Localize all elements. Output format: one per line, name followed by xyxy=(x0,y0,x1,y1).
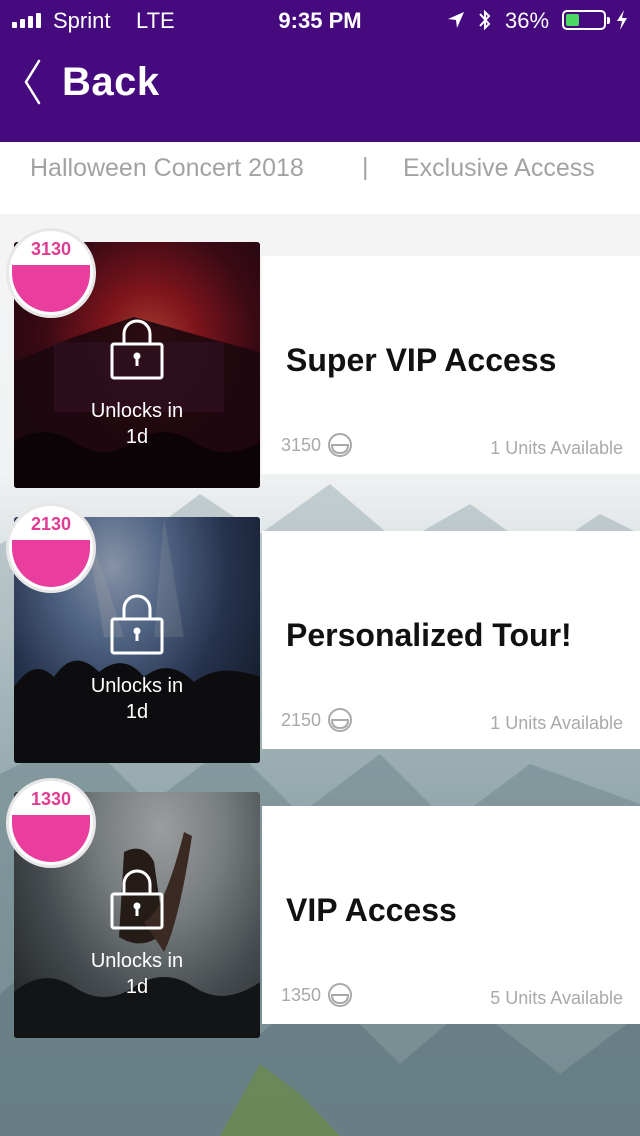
status-bar: Sprint LTE 9:35 PM 36% xyxy=(0,0,640,40)
reward-title: Super VIP Access xyxy=(286,342,557,378)
reward-card[interactable]: Unlocks in 1d 3130 Super VIP Access 3150… xyxy=(0,228,640,492)
units-available: 1 Units Available xyxy=(490,438,623,458)
points-badge: 1330 xyxy=(6,778,96,868)
units-available: 1 Units Available xyxy=(490,713,623,733)
coin-icon xyxy=(328,983,353,1007)
reward-cost: 2150 xyxy=(281,707,353,733)
breadcrumb: Halloween Concert 2018 | Exclusive Acces… xyxy=(0,142,640,214)
breadcrumb-event[interactable]: Halloween Concert 2018 xyxy=(30,154,304,183)
unlock-countdown: Unlocks in 1d xyxy=(90,675,184,723)
breadcrumb-separator: | xyxy=(362,153,369,181)
back-label: Back xyxy=(62,59,160,104)
badge-points: 1330 xyxy=(30,789,72,809)
coin-icon xyxy=(328,708,353,732)
reward-title: VIP Access xyxy=(286,892,457,928)
reward-card[interactable]: Unlocks in 1d 2130 Personalized Tour! 21… xyxy=(0,503,640,767)
badge-points: 2130 xyxy=(30,514,72,534)
coin-icon xyxy=(328,433,353,457)
breadcrumb-section: Exclusive Access xyxy=(403,154,595,182)
badge-points: 3130 xyxy=(30,239,72,259)
battery-icon xyxy=(562,10,610,30)
charging-bolt-icon xyxy=(617,10,627,30)
lock-icon xyxy=(110,594,164,655)
app-header: Sprint LTE 9:35 PM 36% Back xyxy=(0,0,640,142)
unlock-countdown: Unlocks in 1d xyxy=(90,950,184,998)
lock-icon xyxy=(110,319,164,380)
cost-value: 3150 xyxy=(281,434,322,455)
cost-value: 2150 xyxy=(281,709,322,730)
lock-icon xyxy=(110,869,164,930)
reward-cost: 3150 xyxy=(281,432,353,458)
bluetooth-icon xyxy=(479,9,491,31)
points-badge: 3130 xyxy=(6,228,96,318)
cost-value: 1350 xyxy=(281,984,322,1005)
battery-percent: 36% xyxy=(505,8,550,33)
reward-cost: 1350 xyxy=(281,982,353,1008)
back-button[interactable]: Back xyxy=(22,56,160,108)
chevron-left-icon xyxy=(24,59,41,105)
units-available: 5 Units Available xyxy=(490,988,623,1008)
unlock-countdown: Unlocks in 1d xyxy=(90,400,184,448)
reward-title: Personalized Tour! xyxy=(286,617,572,653)
points-badge: 2130 xyxy=(6,503,96,593)
reward-card[interactable]: Unlocks in 1d 1330 VIP Access 1350 5 Uni… xyxy=(0,778,640,1042)
location-arrow-icon xyxy=(448,12,464,28)
